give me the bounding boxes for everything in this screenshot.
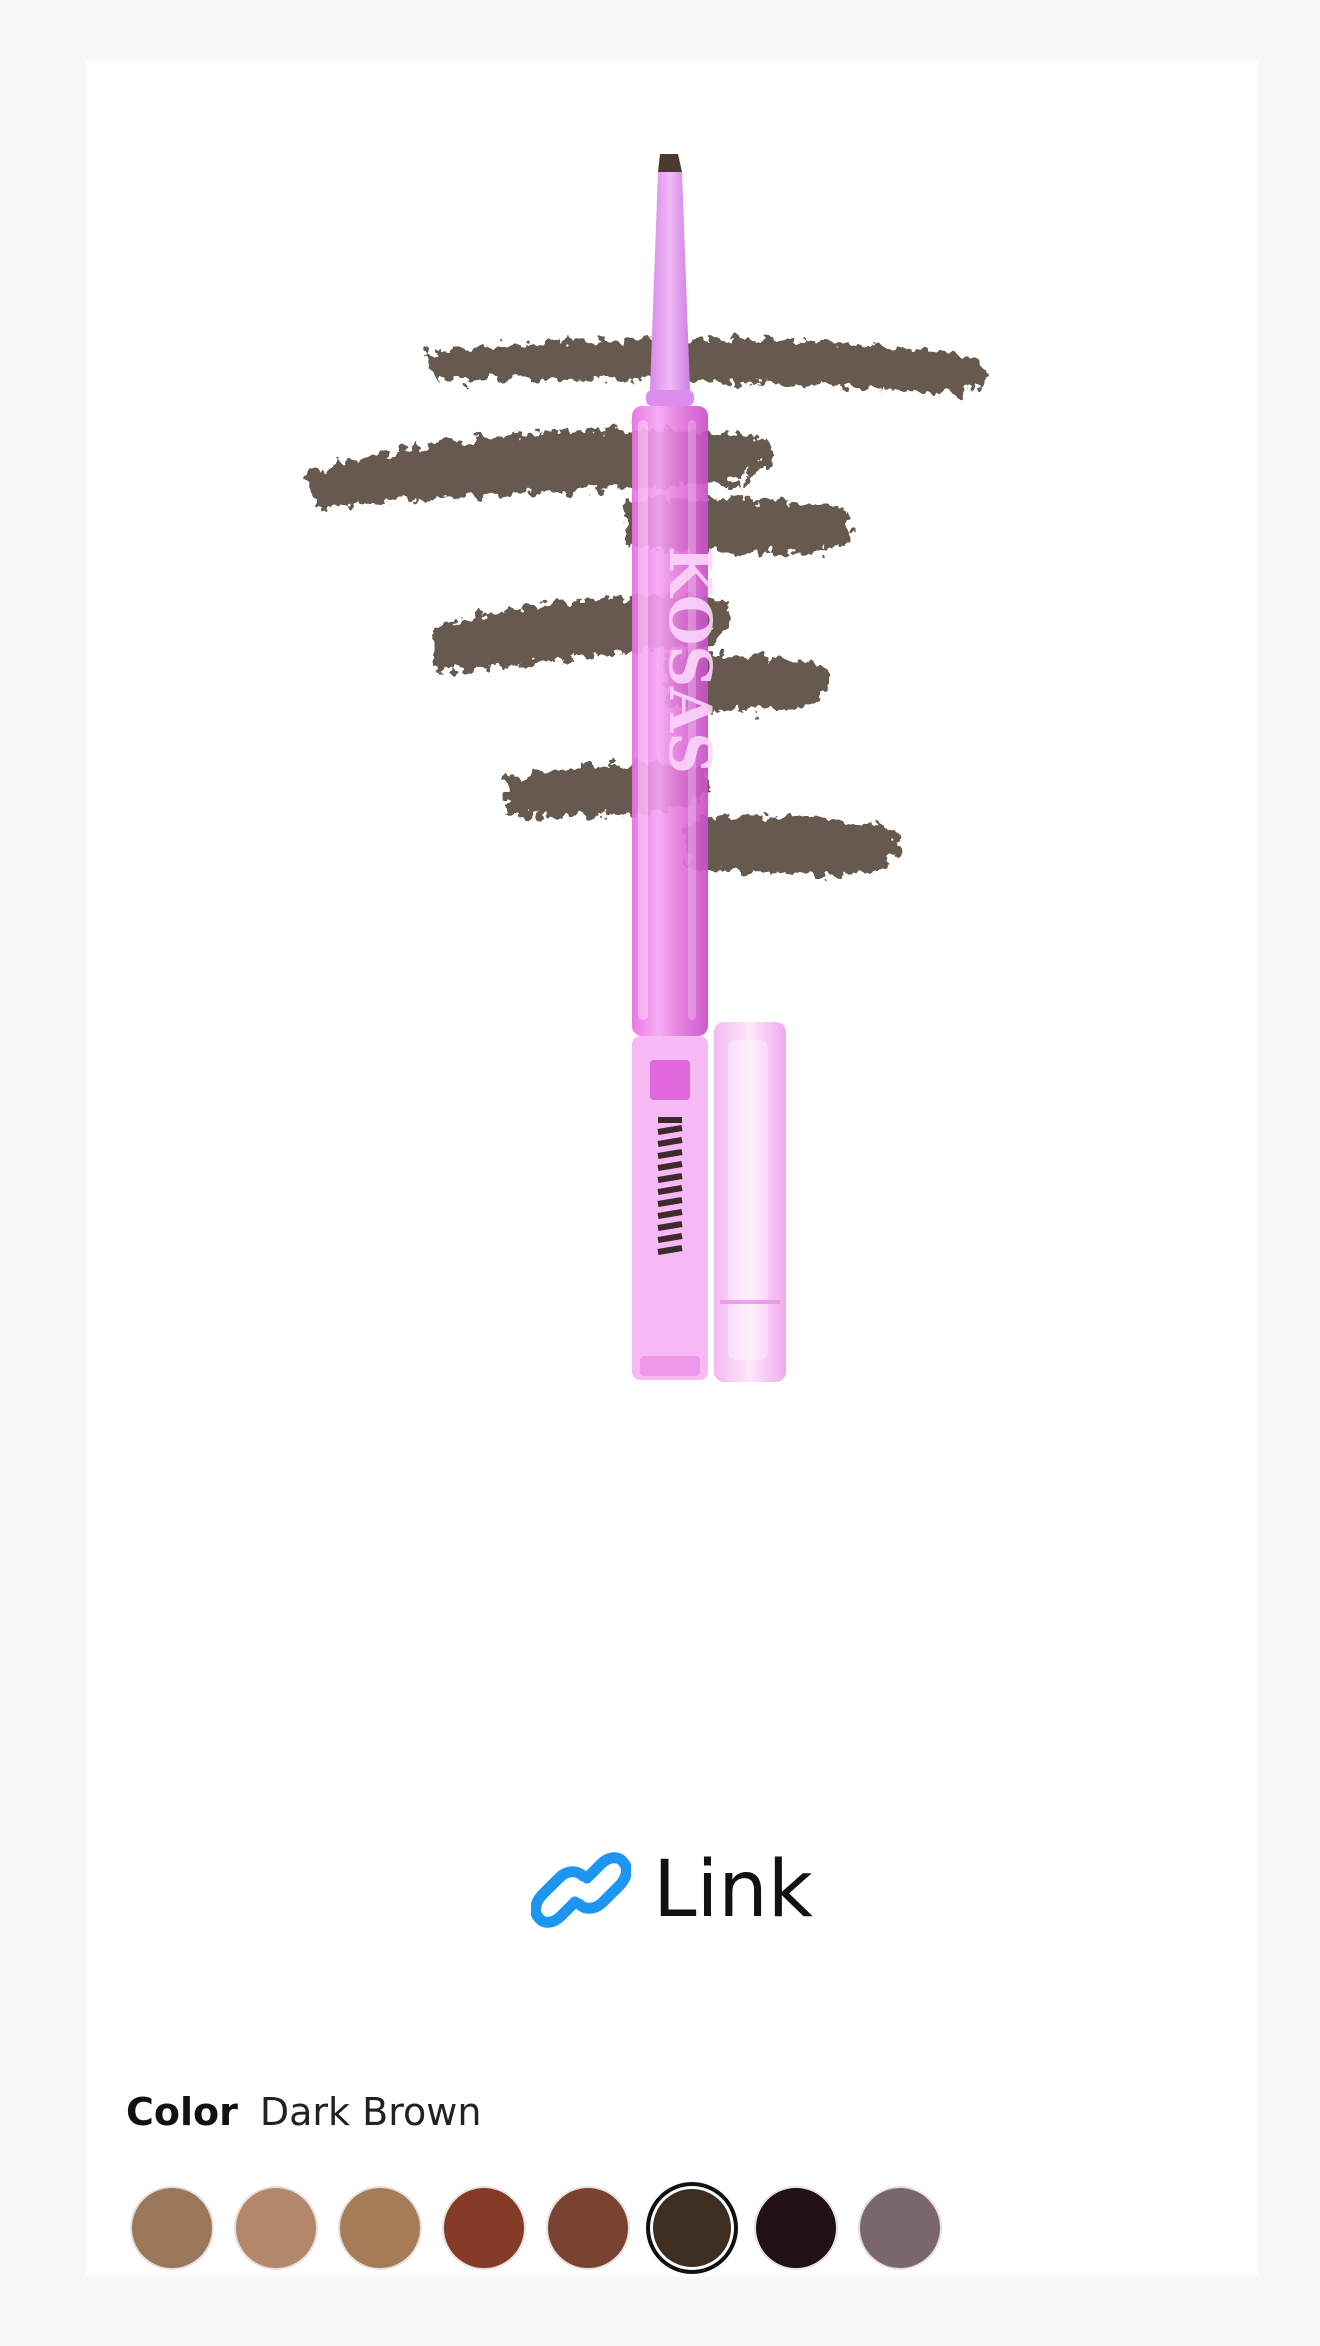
link-label: Link xyxy=(653,1845,813,1935)
color-title: Color xyxy=(126,2090,238,2134)
color-swatch[interactable] xyxy=(546,2186,630,2270)
color-swatch[interactable] xyxy=(130,2186,214,2270)
color-swatch-list xyxy=(130,2186,942,2270)
color-swatch[interactable] xyxy=(338,2186,422,2270)
link-button[interactable]: Link xyxy=(86,1810,1258,1970)
color-swatch[interactable] xyxy=(234,2186,318,2270)
pencil-tip xyxy=(650,172,690,390)
page: KOSAS Link Color Dark Brown xyxy=(0,0,1320,2346)
brand-emboss-text: KOSAS xyxy=(656,546,724,774)
color-swatch[interactable] xyxy=(754,2186,838,2270)
color-swatch[interactable] xyxy=(442,2186,526,2270)
product-card: KOSAS Link Color Dark Brown xyxy=(86,60,1258,2276)
product-image[interactable]: KOSAS xyxy=(86,60,1258,1800)
selected-color-name: Dark Brown xyxy=(259,2090,482,2134)
color-swatch[interactable] xyxy=(858,2186,942,2270)
pencil-lead xyxy=(658,154,682,172)
color-heading: Color Dark Brown xyxy=(126,2090,481,2134)
link-icon xyxy=(531,1852,632,1928)
color-swatch[interactable] xyxy=(650,2186,734,2270)
